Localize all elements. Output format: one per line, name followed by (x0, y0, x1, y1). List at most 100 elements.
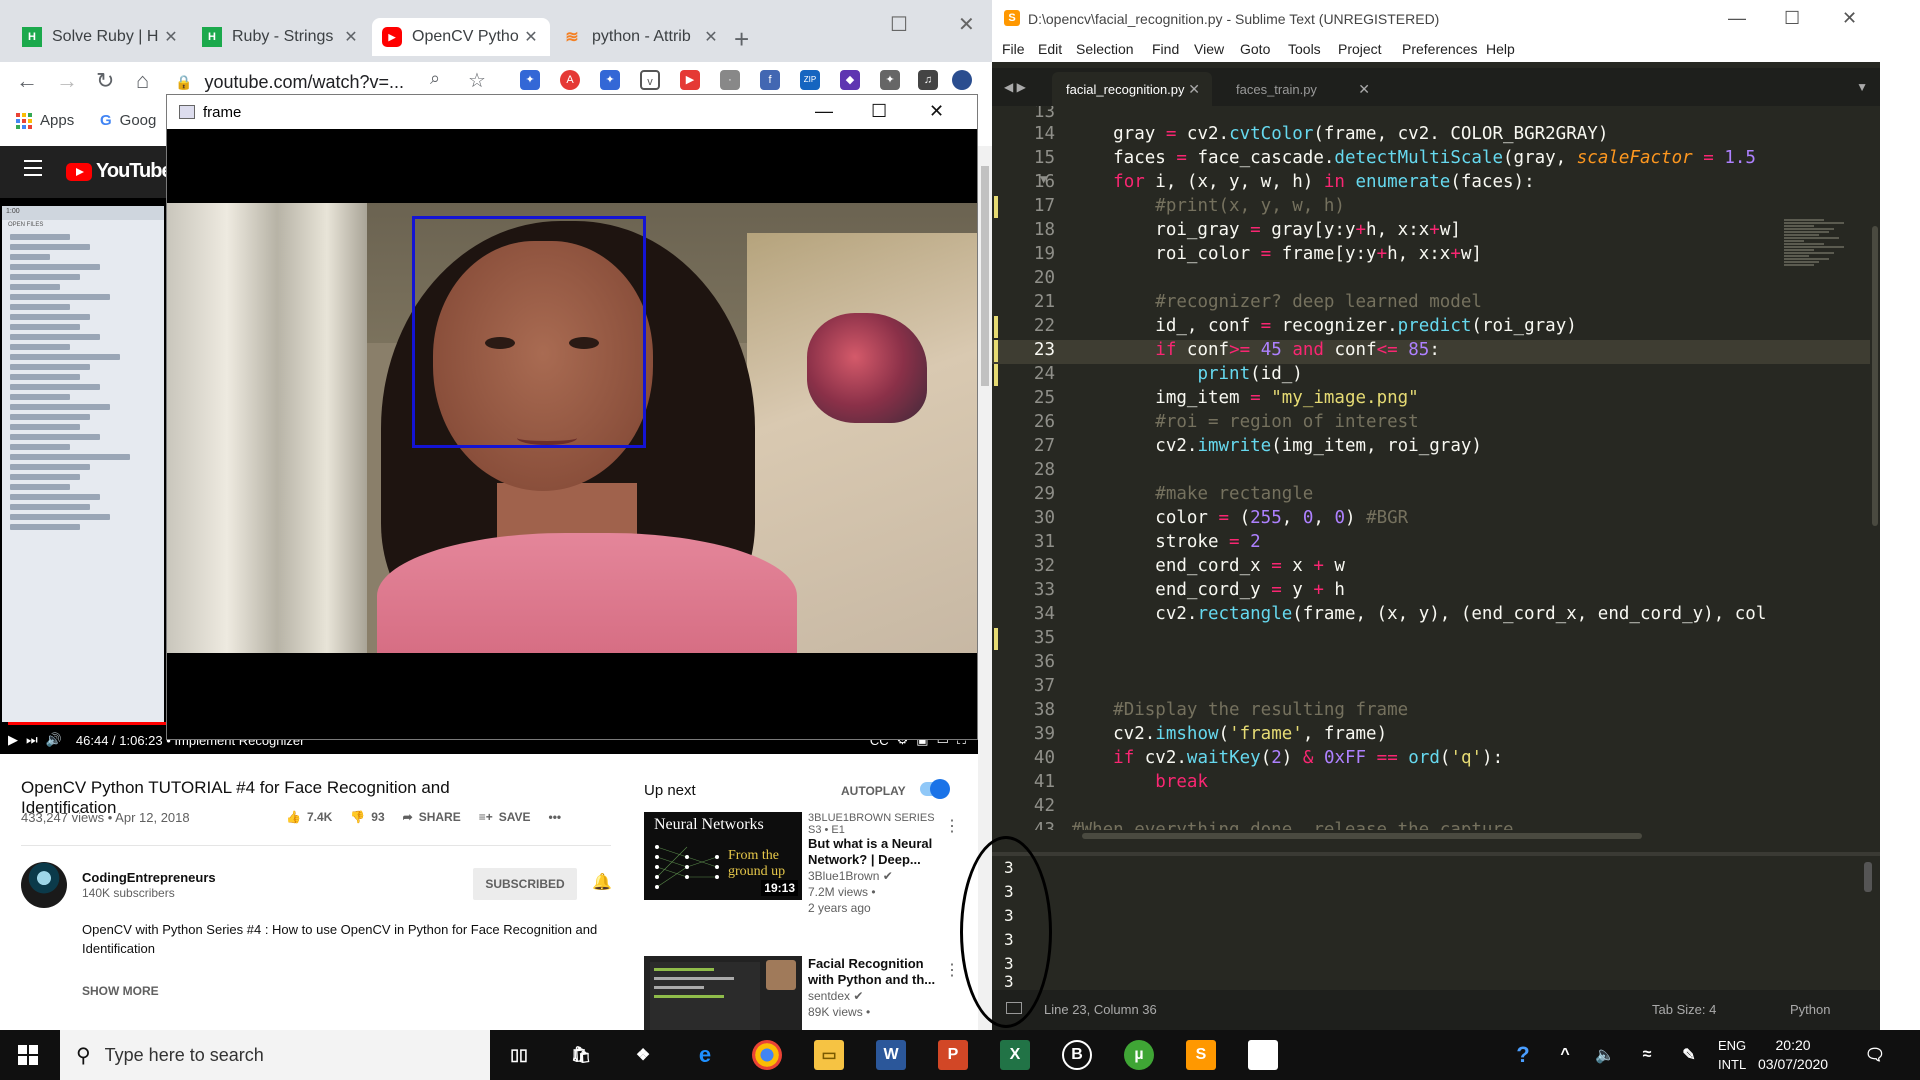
close-tab-icon[interactable]: ✕ (1188, 81, 1200, 98)
tab-opencv-youtube[interactable]: ▶ OpenCV Pytho ✕ (372, 18, 550, 56)
menu-edit[interactable]: Edit (1038, 41, 1062, 57)
windows-start-icon[interactable] (18, 1045, 38, 1065)
taskbar-search[interactable]: ⚲ Type here to search (60, 1030, 490, 1080)
play-icon[interactable]: ▶ (8, 732, 18, 748)
panel-toggle-icon[interactable] (1006, 1002, 1022, 1014)
extension-icon[interactable]: ◆ (840, 70, 860, 90)
sublime-taskbar-icon[interactable]: S (1186, 1040, 1216, 1070)
extension-icon[interactable]: · (720, 70, 740, 90)
scrollbar-thumb[interactable] (1082, 833, 1642, 839)
close-icon[interactable]: ✕ (958, 12, 975, 37)
dislike-button[interactable]: 👎 93 (350, 810, 384, 824)
maximize-icon[interactable]: ☐ (1784, 8, 1800, 29)
like-button[interactable]: 👍 7.4K (286, 810, 332, 824)
minimize-icon[interactable]: — (815, 101, 833, 122)
excel-icon[interactable]: X (1000, 1040, 1030, 1070)
apps-bookmark[interactable]: Apps (16, 112, 74, 129)
maximize-icon[interactable]: ☐ (871, 101, 887, 122)
channel-avatar[interactable] (21, 862, 67, 908)
menu-project[interactable]: Project (1338, 41, 1382, 57)
menu-file[interactable]: File (1002, 41, 1025, 57)
frame-titlebar[interactable]: frame — ☐ ✕ (167, 95, 977, 129)
share-button[interactable]: ➦ SHARE (403, 810, 461, 824)
pocket-icon[interactable]: v (640, 70, 660, 90)
edge-icon[interactable]: e (690, 1040, 720, 1070)
wifi-icon[interactable]: ≈ (1632, 1040, 1662, 1070)
menu-find[interactable]: Find (1152, 41, 1179, 57)
tab-scroll-arrows-icon[interactable]: ◀ ▶ (1004, 80, 1026, 94)
app-b-icon[interactable]: B (1062, 1040, 1092, 1070)
next-icon[interactable]: ⏭ (26, 732, 38, 748)
code-editor[interactable]: 13 14 gray = cv2.cvtColor(frame, cv2. CO… (992, 106, 1880, 830)
more-actions-button[interactable]: ••• (549, 810, 562, 824)
reload-icon[interactable]: ↻ (96, 68, 114, 94)
tab-dropdown-icon[interactable]: ▼ (1856, 80, 1868, 94)
utorrent-icon[interactable]: µ (1124, 1040, 1154, 1070)
recommendation-thumbnail[interactable] (644, 956, 802, 1030)
new-tab-button[interactable]: + (734, 24, 749, 55)
editor-horizontal-scrollbar[interactable] (992, 830, 1872, 842)
sublime-titlebar[interactable]: S D:\opencv\facial_recognition.py - Subl… (992, 0, 1880, 38)
syntax-mode[interactable]: Python (1790, 1002, 1830, 1017)
menu-tools[interactable]: Tools (1288, 41, 1321, 57)
close-icon[interactable]: ✕ (1842, 8, 1857, 29)
volume-icon[interactable]: 🔊 (46, 732, 62, 748)
console-scrollbar[interactable] (1864, 862, 1872, 892)
zoom-icon[interactable]: ⌕ (430, 68, 440, 89)
avatar[interactable] (952, 70, 972, 90)
close-tab-icon[interactable]: ✕ (522, 27, 540, 47)
menu-help[interactable]: Help (1486, 41, 1515, 57)
page-scrollbar[interactable] (978, 146, 992, 1030)
home-icon[interactable]: ⌂ (136, 68, 149, 94)
store-icon[interactable]: 🛍 (566, 1040, 596, 1070)
autoplay-toggle[interactable] (920, 779, 950, 799)
extension-puzzle-icon[interactable]: ✦ (600, 70, 620, 90)
show-more-button[interactable]: SHOW MORE (82, 984, 159, 998)
editor-vertical-scrollbar[interactable] (1870, 106, 1880, 830)
forward-icon[interactable]: → (56, 68, 78, 94)
notifications-icon[interactable]: 🗨 (1860, 1040, 1890, 1070)
hamburger-menu-icon[interactable] (24, 160, 42, 181)
more-vertical-icon[interactable]: ⋮ (944, 816, 960, 836)
adblock-icon[interactable]: A (560, 70, 580, 90)
word-icon[interactable]: W (876, 1040, 906, 1070)
menu-goto[interactable]: Goto (1240, 41, 1270, 57)
tab-ruby-strings[interactable]: H Ruby - Strings ✕ (192, 18, 370, 56)
google-bookmark[interactable]: G Goog (100, 112, 156, 129)
zip-icon[interactable]: ZIP (800, 70, 820, 90)
close-tab-icon[interactable]: ✕ (342, 27, 360, 47)
bookmark-star-icon[interactable]: ☆ (468, 68, 486, 93)
more-vertical-icon[interactable]: ⋮ (944, 960, 960, 980)
dropbox-icon[interactable]: ❖ (628, 1040, 658, 1070)
close-icon[interactable]: ✕ (929, 101, 944, 122)
minimize-icon[interactable]: — (1728, 8, 1746, 29)
tab-size[interactable]: Tab Size: 4 (1652, 1002, 1716, 1017)
powerpoint-icon[interactable]: P (938, 1040, 968, 1070)
menu-selection[interactable]: Selection (1076, 41, 1134, 57)
recommendation-item[interactable]: Facial Recognition with Python and th...… (644, 956, 962, 1030)
youtube-logo[interactable]: YouTube (66, 160, 173, 183)
recommendation-thumbnail[interactable]: Neural Networks From the ground up 19:13 (644, 812, 802, 900)
build-output-panel[interactable]: 3 3 3 3 3 3 (992, 852, 1880, 991)
extension-puzzle-icon[interactable]: ✦ (520, 70, 540, 90)
facebook-icon[interactable]: f (760, 70, 780, 90)
tab-solve-ruby[interactable]: H Solve Ruby | H ✕ (12, 18, 190, 56)
close-tab-icon[interactable]: ✕ (702, 27, 720, 47)
minimap[interactable] (1784, 218, 1864, 338)
media-icon[interactable]: ♫ (918, 70, 938, 90)
youtube-extension-icon[interactable]: ▶ (680, 70, 700, 90)
back-icon[interactable]: ← (16, 68, 38, 94)
tab-faces-train[interactable]: faces_train.py ✕ (1222, 72, 1382, 106)
volume-icon[interactable]: 🔈 (1590, 1040, 1620, 1070)
notification-bell-icon[interactable]: 🔔 (592, 872, 612, 892)
channel-name[interactable]: CodingEntrepreneurs (82, 870, 216, 885)
chrome-icon[interactable] (752, 1040, 782, 1070)
language-indicator[interactable]: ENG INTL (1718, 1036, 1746, 1074)
system-clock[interactable]: 20:20 03/07/2020 (1758, 1036, 1828, 1074)
scrollbar-thumb[interactable] (981, 166, 989, 386)
extensions-menu-icon[interactable]: ✦ (880, 70, 900, 90)
show-hidden-icons-icon[interactable]: ^ (1550, 1040, 1580, 1070)
tab-facial-recognition[interactable]: facial_recognition.py ✕ (1052, 72, 1212, 106)
menu-view[interactable]: View (1194, 41, 1224, 57)
restore-icon[interactable]: ☐ (890, 12, 908, 37)
